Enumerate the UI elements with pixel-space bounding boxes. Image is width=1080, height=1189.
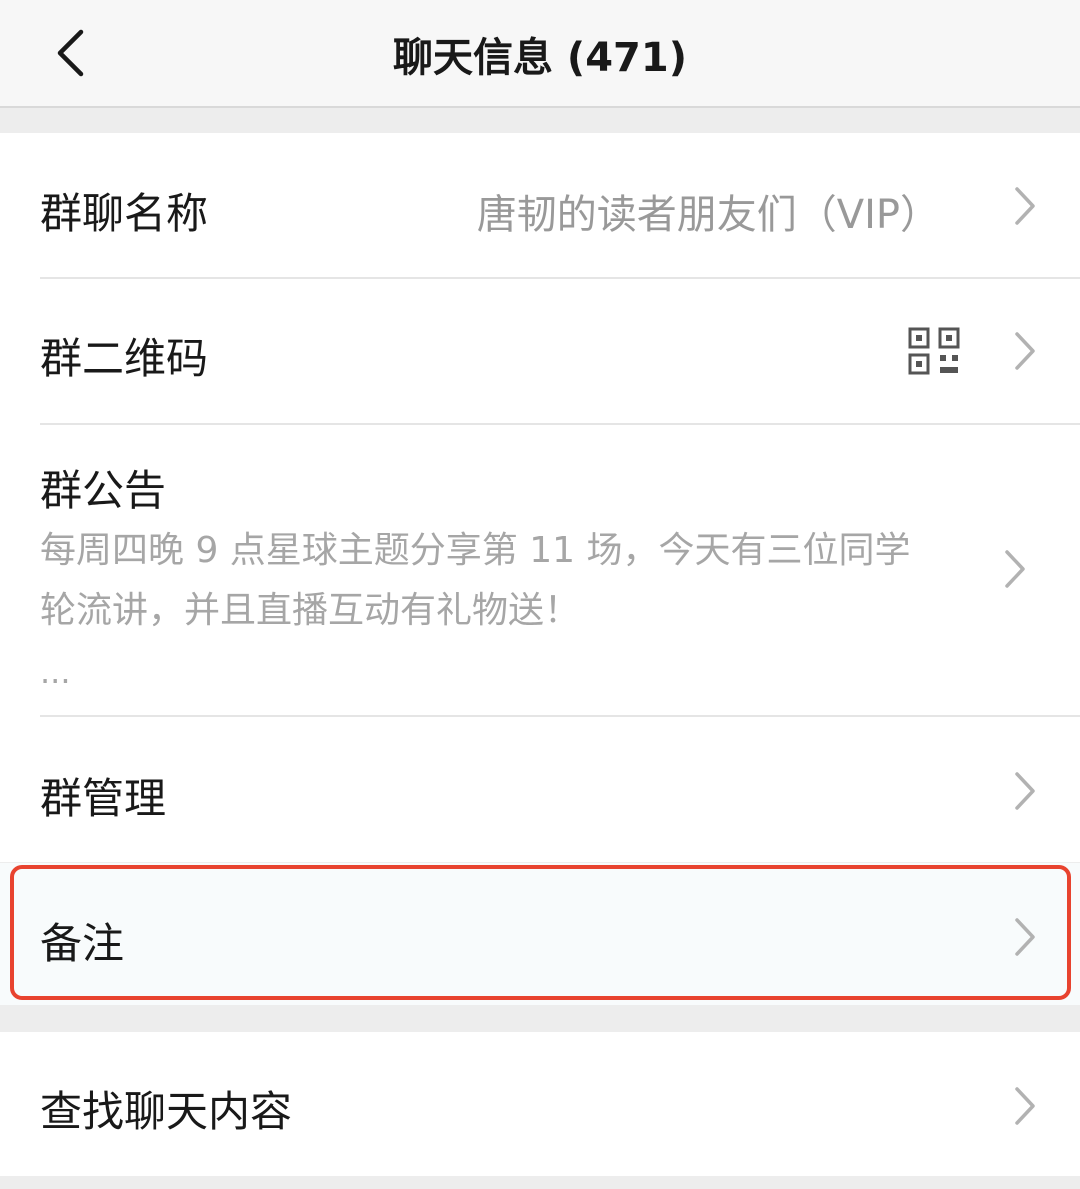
group-name-value: 唐韧的读者朋友们（VIP） bbox=[476, 192, 940, 238]
group-name-label: 群聊名称 bbox=[40, 189, 209, 238]
page-title: 聊天信息 (471) bbox=[393, 35, 687, 81]
announcement-line-1: 每周四晚 9 点星球主题分享第 11 场，今天有三位同学 bbox=[40, 530, 911, 571]
chevron-right-icon bbox=[1005, 550, 1025, 588]
qr-code-icon bbox=[908, 327, 960, 375]
chevron-right-icon bbox=[1015, 772, 1035, 810]
chevron-right-icon bbox=[1015, 187, 1035, 225]
chevron-right-icon bbox=[1015, 332, 1035, 370]
group-manage-label: 群管理 bbox=[40, 774, 167, 823]
group-qr-row[interactable]: 群二维码 bbox=[0, 279, 1080, 423]
remark-label: 备注 bbox=[40, 919, 125, 968]
announcement-more: ... bbox=[40, 653, 71, 691]
settings-group-main: 群聊名称 唐韧的读者朋友们（VIP） 群二维码 群公告 每周四晚 9 点星球主题… bbox=[0, 133, 1080, 862]
search-chat-history-label: 查找聊天内容 bbox=[40, 1087, 293, 1136]
group-announcement-row[interactable]: 群公告 每周四晚 9 点星球主题分享第 11 场，今天有三位同学 轮流讲，并且直… bbox=[0, 425, 1080, 715]
remark-row[interactable]: 备注 bbox=[0, 863, 1080, 1005]
chevron-right-icon bbox=[1015, 918, 1035, 956]
chevron-right-icon bbox=[1015, 1087, 1035, 1125]
group-name-row[interactable]: 群聊名称 唐韧的读者朋友们（VIP） bbox=[0, 133, 1080, 277]
group-announcement-label: 群公告 bbox=[40, 466, 167, 515]
chat-info-page: 聊天信息 (471) 群聊名称 唐韧的读者朋友们（VIP） 群二维码 群公告 每… bbox=[0, 0, 1080, 1189]
group-qr-label: 群二维码 bbox=[40, 334, 209, 383]
group-manage-row[interactable]: 群管理 bbox=[0, 717, 1080, 862]
search-chat-history-row[interactable]: 查找聊天内容 bbox=[0, 1032, 1080, 1176]
nav-bar: 聊天信息 (471) bbox=[0, 0, 1080, 108]
settings-group-search: 查找聊天内容 bbox=[0, 1032, 1080, 1176]
announcement-line-2: 轮流讲，并且直播互动有礼物送！ bbox=[40, 590, 581, 631]
